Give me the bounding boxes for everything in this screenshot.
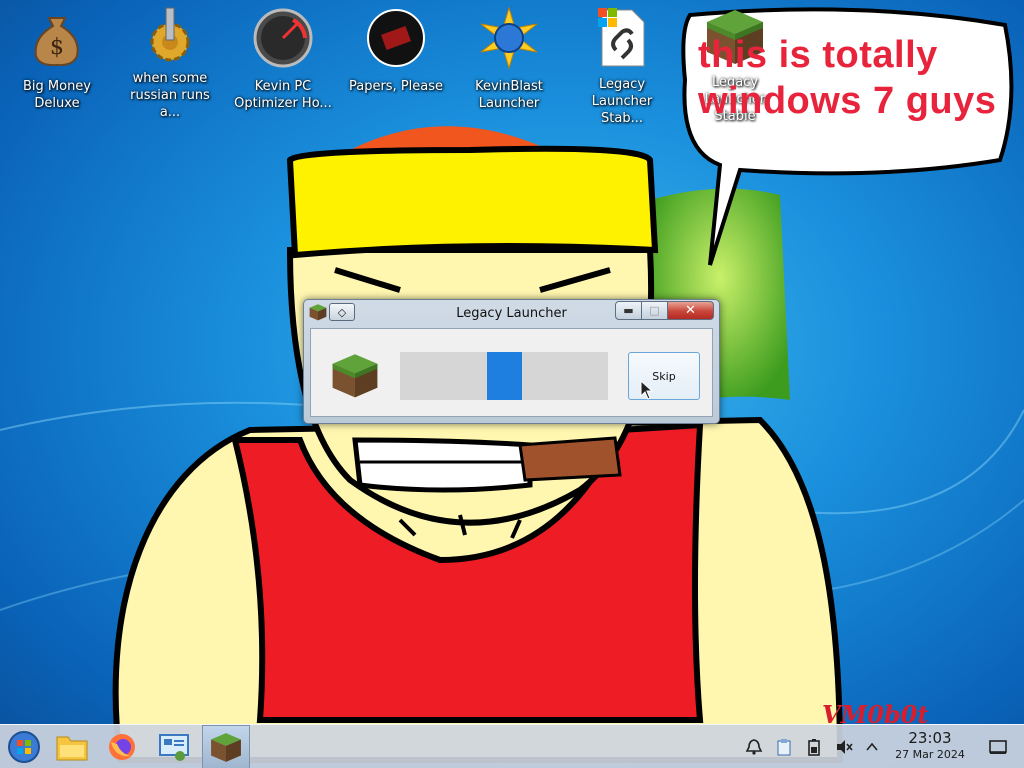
taskbar-file-manager[interactable] [48,725,96,768]
desktop-icon-kevin-pc[interactable]: Kevin PC Optimizer Ho... [231,6,335,116]
desktop-icon-russian[interactable]: when some russian runs a... [118,6,222,120]
firefox-icon [109,734,135,760]
taskbar-legacy-launcher[interactable] [202,725,250,768]
desktop-icon-label: Big Money Deluxe [22,79,91,111]
grass-block-icon [331,351,379,399]
control-panel-icon [159,734,189,761]
start-orb-icon [8,731,40,763]
skip-button[interactable]: Skip [628,352,700,400]
desktop-icon-big-money[interactable]: $ Big Money Deluxe [5,6,109,116]
window-body: Skip [310,328,713,417]
show-desktop-icon[interactable] [988,737,1008,757]
file-manager-icon [56,736,88,761]
progress-bar [400,352,608,400]
mouse-cursor-icon [640,380,654,400]
start-button[interactable] [0,725,48,768]
speech-bubble-text: this is totally windows 7 guys [698,34,997,122]
desktop[interactable]: $ Big Money Deluxe when some russian run… [0,0,1024,768]
desktop-icon-label: Kevin PC Optimizer Ho... [234,79,332,111]
launcher-window: ◇ Legacy Launcher ▬ □ ✕ Skip [303,299,720,424]
progress-indicator [487,352,522,400]
money-bag-icon: $ [25,6,89,70]
clipboard-icon[interactable] [774,737,794,757]
clock-time: 23:03 [908,729,952,747]
caption-buttons: ▬ □ ✕ [615,301,714,320]
clock-date: 27 Mar 2024 [895,748,965,761]
maximize-button[interactable]: □ [642,301,668,320]
window-titlebar[interactable]: ◇ Legacy Launcher ▬ □ ✕ [304,300,719,328]
gear-icon [138,6,202,62]
globe-burst-icon [477,6,541,70]
volume-muted-icon[interactable] [834,737,854,757]
desktop-icon-label: Papers, Please [348,79,444,94]
notification-bell-icon[interactable] [744,737,764,757]
shortcut-file-icon [590,6,654,68]
clock[interactable]: 23:03 27 Mar 2024 [890,729,970,762]
speedometer-icon [251,6,315,70]
taskbar-control-panel[interactable] [150,725,198,768]
tray-expand-icon[interactable] [862,737,882,757]
legacy-launcher-task-icon [211,733,241,762]
desktop-icon-kevinblast[interactable]: KevinBlast Launcher [457,6,561,116]
svg-text:$: $ [50,35,64,60]
desktop-icon-label: Legacy Launcher Stab... [591,77,653,126]
desktop-icon-label: when some russian runs a... [130,71,210,120]
taskbar-firefox[interactable] [98,725,146,768]
battery-icon[interactable] [804,737,824,757]
minimize-button[interactable]: ▬ [615,301,642,320]
papers-please-icon [364,6,428,70]
taskbar: 23:03 27 Mar 2024 [0,724,1024,768]
desktop-icon-papers[interactable]: Papers, Please [344,6,448,116]
close-button[interactable]: ✕ [668,301,714,320]
desktop-icon-legacy-shortcut[interactable]: Legacy Launcher Stab... [570,6,674,126]
desktop-icon-label: KevinBlast Launcher [475,79,543,111]
